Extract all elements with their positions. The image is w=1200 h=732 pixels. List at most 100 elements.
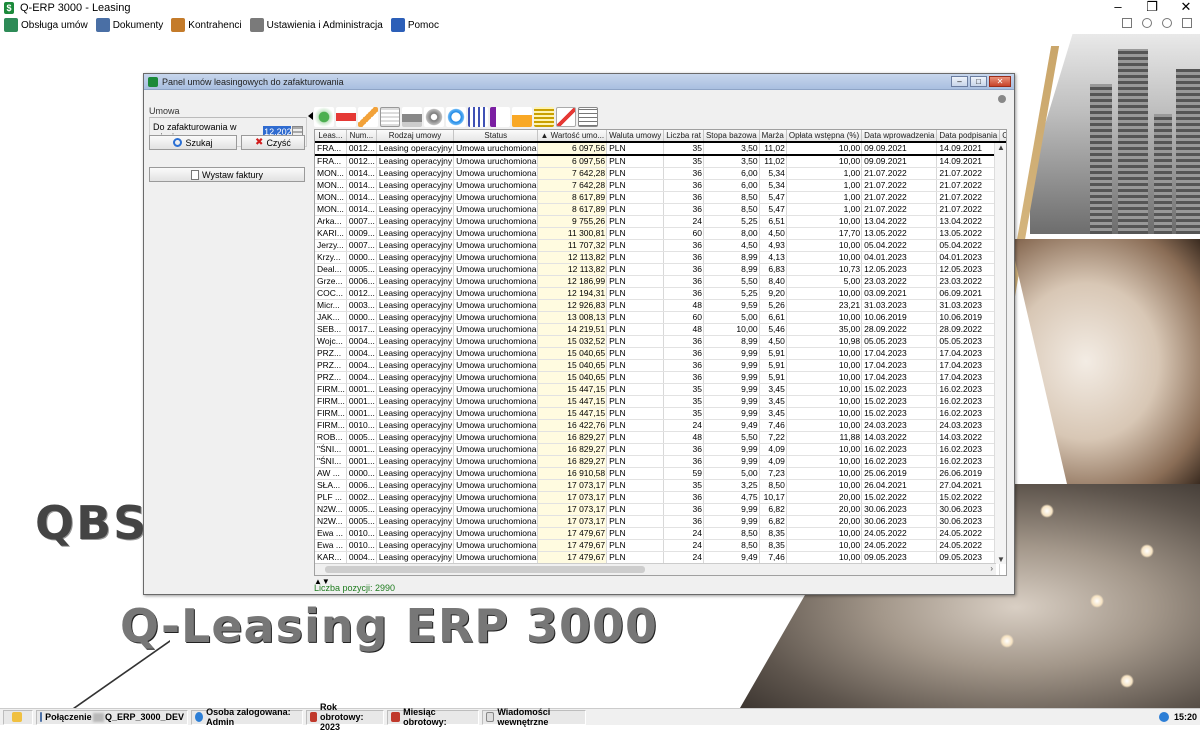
table-cell: 24 [663,419,704,432]
table-row[interactable]: AW ... 0000... Leasing operacyjny Umowa uru… [315,467,1006,480]
report-icon[interactable] [556,107,576,127]
column-header[interactable]: Data wprowadzenia [861,130,938,143]
table-row[interactable]: SEB... 0017... Leasing operacyjny Umowa uru… [315,323,1006,336]
print-icon[interactable] [402,107,422,127]
table-cell: 11,88 [786,431,863,444]
column-header[interactable]: Opłata wstępna (%) [786,130,863,143]
column-header[interactable]: ▲ Wartość umo... [537,130,608,143]
table-row[interactable]: Ewa ... 0010... Leasing operacyjny Umowa ur… [315,539,1006,552]
table-row[interactable]: FIRM... 0010... Leasing operacyjny Umowa ur… [315,419,1006,432]
scroll-right-icon[interactable]: › [990,564,993,573]
issue-invoices-button[interactable]: Wystaw faktury [149,167,305,182]
table-row[interactable]: ROB... 0005... Leasing operacyjny Umowa uru… [315,431,1006,444]
table-row[interactable]: N2W... 0005... Leasing operacyjny Umowa uru… [315,503,1006,516]
table-row[interactable]: MON... 0014... Leasing operacyjny Umowa uru… [315,167,1006,180]
table-cell: 26.06.2019 [936,467,1001,480]
edit-icon[interactable] [358,107,378,127]
table-row[interactable]: FIRM... 0001... Leasing operacyjny Umowa ur… [315,383,1006,396]
add-icon[interactable] [314,107,334,127]
list-icon[interactable] [534,107,554,127]
column-header[interactable]: Data podpisania [936,130,1001,143]
table-cell: Leasing operacyjny [376,263,455,276]
internal-messages[interactable]: Wiadomości wewnętrzne [482,707,586,727]
columns-icon[interactable] [468,107,488,127]
menu-item-contracts[interactable]: Obsługa umów [4,18,88,32]
restore-icon[interactable]: ❐ [1146,0,1158,14]
table-row[interactable]: Grze... 0006... Leasing operacyjny Umowa ur… [315,275,1006,288]
document-icon[interactable] [380,107,400,127]
table-row[interactable]: N2W... 0005... Leasing operacyjny Umowa uru… [315,515,1006,528]
clear-button[interactable]: ✖ Czyść [241,135,305,150]
table-row[interactable]: MON... 0014... Leasing operacyjny Umowa uru… [315,179,1006,192]
table-row[interactable]: FRA... 0012... Leasing operacyjny Umowa uru… [315,141,1006,156]
horizontal-scroll-thumb[interactable] [325,566,645,573]
table-cell: 36 [663,443,704,456]
table-row[interactable]: Arka... 0007... Leasing operacyjny Umowa ur… [315,215,1006,228]
scroll-down-icon[interactable]: ▼ [997,555,1005,564]
column-header[interactable]: Leas... [315,130,347,143]
panel-maximize-icon[interactable]: □ [970,76,987,87]
table-row[interactable]: PLF ... 0002... Leasing operacyjny Umowa ur… [315,491,1006,504]
delete-icon[interactable] [336,107,356,127]
table-row[interactable]: Ewa ... 0010... Leasing operacyjny Umowa ur… [315,527,1006,540]
menu-item-documents[interactable]: Dokumenty [95,18,163,32]
mdi-restore-icon[interactable] [1122,18,1132,28]
refresh-icon[interactable] [446,107,466,127]
table-row[interactable]: PRZ... 0004... Leasing operacyjny Umowa uru… [315,371,1006,384]
mdi-settings-icon[interactable] [1142,18,1152,28]
table-row[interactable]: "ŚNI... 0001... Leasing operacyjny Umowa ur… [315,443,1006,456]
search-button[interactable]: Szukaj [149,135,237,150]
table-row[interactable]: PRZ... 0004... Leasing operacyjny Umowa uru… [315,359,1006,372]
vertical-scrollbar[interactable]: ▲ ▼ [994,143,1006,564]
panel-title-bar[interactable]: Panel umów leasingowych do zafakturowani… [144,74,1014,90]
column-header[interactable]: Status [453,130,539,143]
column-header[interactable]: Stopa bazowa [703,130,760,143]
column-header[interactable]: Oprocentow [999,130,1006,143]
grid-settings-icon[interactable] [578,107,598,127]
table-row[interactable]: FIRM... 0001... Leasing operacyjny Umowa ur… [315,407,1006,420]
panel-pin-icon[interactable] [998,95,1006,103]
menu-item-help[interactable]: Pomoc [390,18,439,32]
table-cell: Krzy... [315,251,347,264]
table-row[interactable]: SŁA... 0006... Leasing operacyjny Umowa uru… [315,479,1006,492]
column-header[interactable]: Waluta umowy [606,130,665,143]
table-row[interactable]: FIRM... 0001... Leasing operacyjny Umowa ur… [315,395,1006,408]
panel-close-icon[interactable]: ✕ [989,76,1011,87]
table-row[interactable]: MON... 0014... Leasing operacyjny Umowa uru… [315,191,1006,204]
table-row[interactable]: "ŚNI... 0001... Leasing operacyjny Umowa ur… [315,455,1006,468]
panel-minimize-icon[interactable]: – [951,76,968,87]
menu-item-settings[interactable]: Ustawienia i Administracja [249,18,383,32]
table-cell: PLN [606,335,665,348]
table-row[interactable]: FRA... 0012... Leasing operacyjny Umowa uru… [315,155,1006,168]
table-row[interactable]: Jerzy... 0007... Leasing operacyjny Umowa u… [315,239,1006,252]
table-row[interactable]: KAR...0004...Leasing operacyjnyUmowa uru… [315,551,1006,564]
table-cell: 24.03.2023 [936,419,1001,432]
gears-icon[interactable] [424,107,444,127]
table-row[interactable]: Deal... 0005... Leasing operacyjny Umowa ur… [315,263,1006,276]
table-cell: 30.06.2023 [936,503,1001,516]
table-cell: 0012... [346,155,377,168]
horizontal-scrollbar[interactable]: › [315,563,996,575]
mdi-close-icon[interactable] [1182,18,1192,28]
export-icon[interactable] [512,107,532,127]
menu-item-contractors[interactable]: Kontrahenci [171,18,242,32]
mdi-pin-icon[interactable] [1162,18,1172,28]
column-header[interactable]: Marża [759,130,787,143]
minimize-icon[interactable]: – [1112,0,1124,14]
table-row[interactable]: MON... 0014... Leasing operacyjny Umowa uru… [315,203,1006,216]
table-row[interactable]: Krzy... 0000... Leasing operacyjny Umowa ur… [315,251,1006,264]
table-row[interactable]: Micr... 0003... Leasing operacyjny Umowa ur… [315,299,1006,312]
column-header[interactable]: Num... [346,130,377,143]
close-icon[interactable]: ✕ [1180,0,1192,14]
scroll-up-icon[interactable]: ▲ [997,143,1005,152]
table-row[interactable]: PRZ... 0004... Leasing operacyjny Umowa uru… [315,347,1006,360]
table-row[interactable]: JAK... 0000... Leasing operacyjny Umowa uru… [315,311,1006,324]
table-row[interactable]: Wojc... 0004... Leasing operacyjny Umowa ur… [315,335,1006,348]
collapse-arrow-icon[interactable] [308,112,313,120]
pane-splitter[interactable] [308,104,313,580]
table-row[interactable]: COC... 0012... Leasing operacyjny Umowa uru… [315,287,1006,300]
column-header[interactable]: Rodzaj umowy [376,130,455,143]
column-header[interactable]: Liczba rat [663,130,704,143]
table-row[interactable]: KARI... 0009... Leasing operacyjny Umowa ur… [315,227,1006,240]
sum-icon[interactable] [490,107,510,127]
